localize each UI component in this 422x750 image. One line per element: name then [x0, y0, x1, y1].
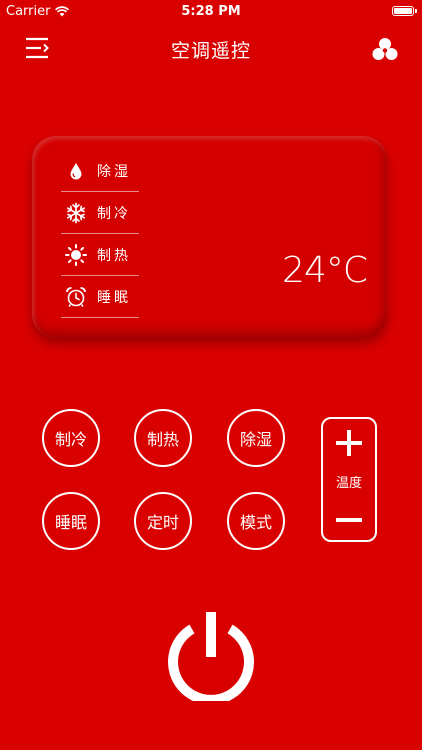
mode-label: 制热	[97, 247, 131, 264]
mode-label: 睡眠	[97, 289, 131, 306]
mode-item-dehumidify: 除湿	[61, 150, 139, 192]
page-title: 空调遥控	[170, 40, 251, 62]
alarm-clock-icon	[65, 286, 87, 308]
temperature-up-button[interactable]	[323, 427, 375, 459]
cool-button[interactable]: 制冷	[42, 409, 100, 467]
timer-button[interactable]: 定时	[134, 492, 192, 550]
mode-list: 除湿 制冷 制热 睡眠	[61, 150, 139, 318]
sun-icon	[65, 243, 87, 266]
mode-label: 除湿	[97, 163, 131, 180]
temperature-readout: 24°C	[282, 250, 368, 291]
status-bar: Carrier 5:28 PM	[0, 0, 422, 22]
mode-button[interactable]: 模式	[227, 492, 285, 550]
nav-bar: 空调遥控	[0, 28, 422, 68]
display-panel: 除湿 制冷 制热 睡眠 24°C	[32, 136, 387, 338]
mode-item-sleep: 睡眠	[61, 276, 139, 318]
droplet-icon	[65, 160, 87, 182]
heat-button[interactable]: 制热	[134, 409, 192, 467]
dehumidify-button[interactable]: 除湿	[227, 409, 285, 467]
mode-item-cool: 制冷	[61, 192, 139, 234]
battery-icon	[392, 6, 417, 16]
power-button[interactable]	[164, 607, 258, 705]
snowflake-icon	[65, 202, 87, 224]
temperature-control: 温度	[321, 417, 377, 542]
circles-icon	[372, 38, 398, 60]
temperature-label: 温度	[335, 476, 362, 491]
status-time: 5:28 PM	[181, 4, 241, 19]
temperature-down-button[interactable]	[323, 507, 375, 533]
power-icon	[168, 612, 254, 705]
sleep-button[interactable]: 睡眠	[42, 492, 100, 550]
mode-item-heat: 制热	[61, 234, 139, 276]
mode-label: 制冷	[97, 205, 131, 222]
share-button[interactable]	[372, 37, 398, 61]
